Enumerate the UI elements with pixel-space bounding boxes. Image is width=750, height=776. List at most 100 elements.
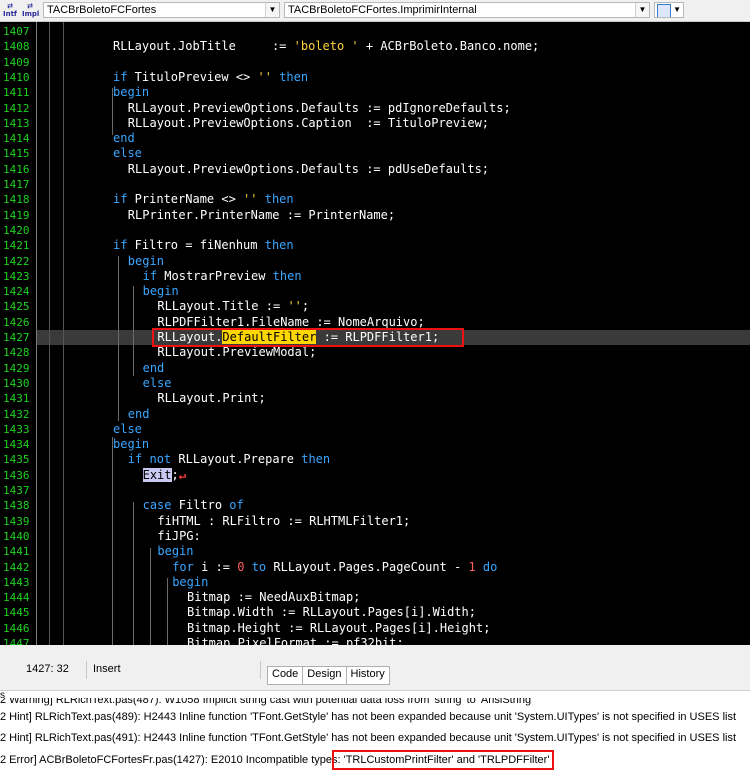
code-line[interactable]: RLLayout.PreviewOptions.Caption := Titul… bbox=[128, 116, 489, 131]
method-combo[interactable]: TACBrBoletoFCFortes.ImprimirInternal ▼ bbox=[284, 2, 650, 18]
message-item[interactable]: 2 Hint] RLRichText.pas(491): H2443 Inlin… bbox=[0, 732, 736, 744]
class-combo[interactable]: TACBrBoletoFCFortes ▼ bbox=[43, 2, 280, 18]
code-line[interactable]: Bitmap := NeedAuxBitmap; bbox=[187, 590, 360, 605]
line-number: 1431 bbox=[3, 392, 30, 406]
line-number: 1412 bbox=[3, 101, 30, 115]
code-line[interactable]: else bbox=[113, 422, 142, 437]
tab-history[interactable]: History bbox=[347, 667, 389, 684]
line-number: 1442 bbox=[3, 560, 30, 574]
block-guide bbox=[167, 578, 168, 645]
line-number: 1436 bbox=[3, 468, 30, 482]
block-guide bbox=[150, 548, 151, 645]
message-item[interactable]: 2 Hint] RLRichText.pas(489): H2443 Inlin… bbox=[0, 711, 736, 723]
line-number: 1429 bbox=[3, 361, 30, 375]
gutter-divider bbox=[49, 22, 50, 645]
code-line[interactable]: begin bbox=[128, 254, 164, 269]
line-number: 1438 bbox=[3, 499, 30, 513]
line-number: 1437 bbox=[3, 484, 30, 497]
tab-code[interactable]: Code bbox=[268, 667, 304, 684]
chevron-down-icon[interactable]: ▼ bbox=[265, 3, 279, 17]
tab-design[interactable]: Design bbox=[303, 667, 347, 684]
code-line[interactable]: Bitmap.Height := RLLayout.Pages[i].Heigh… bbox=[187, 621, 490, 636]
line-number: 1439 bbox=[3, 514, 30, 528]
code-line[interactable]: if TituloPreview <> '' then bbox=[113, 70, 308, 85]
line-number: 1420 bbox=[3, 223, 30, 237]
code-line[interactable]: fiJPG: bbox=[157, 529, 200, 544]
line-number: 1416 bbox=[3, 162, 30, 176]
code-line[interactable]: Bitmap.Width := RLLayout.Pages[i].Width; bbox=[187, 605, 476, 620]
line-number: 1422 bbox=[3, 254, 30, 268]
line-number: 1433 bbox=[3, 422, 30, 436]
error-highlight-box bbox=[152, 328, 464, 347]
line-number: 1413 bbox=[3, 116, 30, 130]
code-line[interactable]: case Filtro of bbox=[143, 498, 244, 513]
code-line[interactable]: begin bbox=[143, 284, 179, 299]
code-line[interactable]: else bbox=[113, 146, 142, 161]
code-line[interactable]: end bbox=[143, 361, 165, 376]
line-number: 1426 bbox=[3, 315, 30, 329]
message-item[interactable]: 2 Warning] RLRichText.pas(487): W1058 Im… bbox=[0, 698, 533, 706]
insert-mode: Insert bbox=[93, 663, 121, 675]
line-number: 1445 bbox=[3, 606, 30, 620]
code-line[interactable]: if Filtro = fiNenhum then bbox=[113, 238, 294, 253]
status-bar: 1427: 32 Insert Code Design History bbox=[0, 645, 750, 690]
chevron-down-icon[interactable]: ▼ bbox=[635, 3, 649, 17]
code-line[interactable]: end bbox=[128, 407, 150, 422]
gutter-divider bbox=[36, 22, 37, 645]
code-line[interactable]: RLPrinter.PrinterName := PrinterName; bbox=[128, 208, 395, 223]
list-icon bbox=[657, 4, 671, 17]
line-number: 1446 bbox=[3, 621, 30, 635]
line-number: 1441 bbox=[3, 545, 30, 559]
code-line[interactable]: Exit;↵ bbox=[142, 467, 186, 483]
code-line[interactable]: Bitmap.PixelFormat := pf32bit; bbox=[187, 636, 404, 645]
messages-pane: s 2 Warning] RLRichText.pas(487): W1058 … bbox=[0, 690, 750, 776]
class-combo-value: TACBrBoletoFCFortes bbox=[47, 4, 157, 16]
code-line[interactable]: for i := 0 to RLLayout.Pages.PageCount -… bbox=[172, 560, 497, 575]
cursor-position: 1427: 32 bbox=[26, 663, 69, 675]
block-guide bbox=[133, 502, 134, 645]
code-editor[interactable]: 1407 1408 1409 1410 1411 1412 1413 1414 1415 1416… bbox=[0, 22, 750, 645]
line-number: 1407 bbox=[3, 25, 30, 38]
code-line[interactable]: begin bbox=[113, 437, 149, 452]
implementation-icon[interactable]: ⇄ Impl bbox=[22, 2, 39, 18]
line-number: 1425 bbox=[3, 300, 30, 314]
code-line[interactable]: RLLayout.PreviewOptions.Defaults := pdUs… bbox=[128, 162, 489, 177]
line-number: 1415 bbox=[3, 147, 30, 161]
chevron-down-icon: ▼ bbox=[673, 5, 681, 14]
code-line[interactable]: begin bbox=[113, 85, 149, 100]
line-number: 1443 bbox=[3, 575, 30, 589]
line-number: 1414 bbox=[3, 132, 30, 146]
code-line[interactable]: RLLayout.PreviewModal; bbox=[157, 345, 316, 360]
editor-toolbar: ⇄ Intf ⇄ Impl TACBrBoletoFCFortes ▼ TACBrB… bbox=[0, 0, 750, 22]
code-line[interactable]: else bbox=[143, 376, 172, 391]
structure-combo[interactable]: ▼ bbox=[654, 2, 684, 18]
code-line[interactable]: if not RLLayout.Prepare then bbox=[128, 452, 330, 467]
code-line[interactable]: RLLayout.Print; bbox=[157, 391, 265, 406]
line-number: 1427 bbox=[3, 331, 30, 344]
line-number: 1423 bbox=[3, 269, 30, 283]
line-number: 1419 bbox=[3, 208, 30, 222]
code-line[interactable]: fiHTML : RLFiltro := RLHTMLFilter1; bbox=[157, 514, 410, 529]
code-line[interactable]: RLLayout.Title := ''; bbox=[157, 299, 309, 314]
code-line[interactable]: begin bbox=[157, 544, 193, 559]
code-line[interactable]: end bbox=[113, 131, 135, 146]
status-divider bbox=[260, 661, 261, 679]
line-number: 1408 bbox=[3, 40, 30, 54]
code-line[interactable]: if PrinterName <> '' then bbox=[113, 192, 294, 207]
line-number: 1411 bbox=[3, 86, 30, 100]
interface-icon[interactable]: ⇄ Intf bbox=[2, 2, 18, 18]
method-combo-value: TACBrBoletoFCFortes.ImprimirInternal bbox=[288, 4, 477, 16]
line-number: 1430 bbox=[3, 376, 30, 390]
gutter-divider bbox=[63, 22, 64, 645]
block-guide bbox=[118, 256, 119, 421]
line-number: 1421 bbox=[3, 239, 30, 253]
line-number: 1435 bbox=[3, 453, 30, 467]
code-line[interactable]: if MostrarPreview then bbox=[143, 269, 302, 284]
line-number-gutter: 1407 1408 1409 1410 1411 1412 1413 1414 1415 1416… bbox=[0, 22, 36, 645]
code-line[interactable]: RLLayout.JobTitle := 'boleto ' + ACBrBol… bbox=[113, 39, 539, 54]
line-number: 1444 bbox=[3, 591, 30, 605]
line-number: 1440 bbox=[3, 529, 30, 543]
code-line[interactable]: RLLayout.PreviewOptions.Defaults := pdIg… bbox=[128, 101, 511, 116]
code-line[interactable]: begin bbox=[172, 575, 208, 590]
line-number: 1418 bbox=[3, 193, 30, 207]
